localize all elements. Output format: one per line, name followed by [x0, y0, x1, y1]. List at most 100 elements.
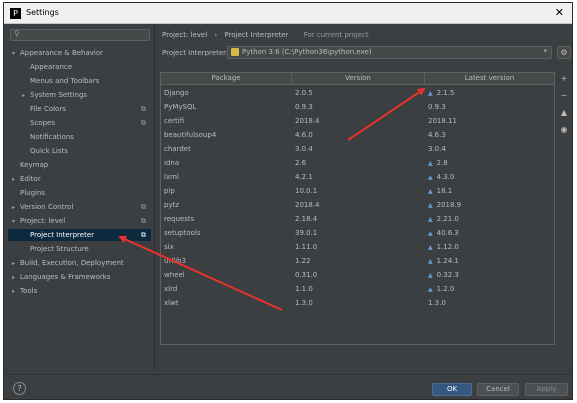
table-row[interactable]: PyMySQL 0.9.3 0.9.3	[161, 100, 554, 114]
package-name: beautifulsoup4	[164, 131, 217, 139]
sidebar-item-project-structure[interactable]: Project Structure	[8, 243, 89, 255]
chevron-right-icon[interactable]: ▸	[22, 90, 30, 102]
package-name: PyMySQL	[164, 103, 197, 111]
package-name: six	[164, 243, 174, 251]
interpreter-settings-button[interactable]: ⚙	[557, 46, 571, 59]
table-row[interactable]: pytz 2018.4 ▲ 2018.9	[161, 198, 554, 212]
table-row[interactable]: xlwt 1.3.0 1.3.0	[161, 296, 554, 310]
latest-version-text: 4.3.0	[436, 173, 455, 181]
package-latest-version: 2018.11	[428, 114, 457, 128]
table-row[interactable]: beautifulsoup4 4.6.0 4.6.3	[161, 128, 554, 142]
upgrade-available-icon: ▲	[428, 244, 433, 251]
upgrade-available-icon: ▲	[428, 286, 433, 293]
sidebar-item-editor[interactable]: ▸ Editor	[8, 173, 41, 185]
sidebar-item-version-control[interactable]: ▸ Version Control ⧉	[8, 201, 146, 214]
latest-version-text: 1.12.0	[436, 243, 459, 251]
upgrade-available-icon: ▲	[428, 90, 433, 97]
sidebar-item-scopes[interactable]: Scopes ⧉	[8, 117, 146, 129]
upgrade-available-icon: ▲	[428, 160, 433, 167]
close-button[interactable]: ✕	[555, 6, 564, 19]
latest-version-text: 2.21.0	[436, 215, 459, 223]
table-row[interactable]: Django 2.0.5 ▲ 2.1.5	[161, 86, 554, 100]
package-latest-version: 1.3.0	[428, 296, 446, 310]
chevron-right-icon[interactable]: ▸	[12, 202, 20, 214]
latest-version-text: 3.0.4	[428, 145, 446, 153]
column-header-latest-version[interactable]: Latest version	[425, 73, 554, 84]
project-settings-icon: ⧉	[141, 203, 146, 211]
table-header: Package Version Latest version	[161, 73, 554, 85]
breadcrumb-separator: ›	[214, 31, 218, 39]
chevron-right-icon[interactable]: ▸	[12, 286, 20, 298]
table-row[interactable]: six 1.11.0 ▲ 1.12.0	[161, 240, 554, 254]
table-row[interactable]: urllib3 1.22 ▲ 1.24.1	[161, 254, 554, 268]
upgrade-available-icon: ▲	[428, 216, 433, 223]
chevron-right-icon[interactable]: ▸	[12, 258, 20, 270]
sidebar-item-label: Build, Execution, Deployment	[20, 259, 124, 267]
apply-button[interactable]: Apply	[525, 383, 568, 396]
table-row[interactable]: lxml 4.2.1 ▲ 4.3.0	[161, 170, 554, 184]
latest-version-text: 4.6.3	[428, 131, 446, 139]
column-header-version[interactable]: Version	[292, 73, 425, 84]
remove-icon[interactable]: −	[557, 90, 571, 102]
latest-version-text: 40.6.3	[436, 229, 459, 237]
ok-button[interactable]: OK	[432, 383, 472, 396]
sidebar-item-project-level[interactable]: ▾ Project: level ⧉	[8, 215, 146, 228]
latest-version-text: 1.3.0	[428, 299, 446, 307]
sidebar-item-label: Tools	[20, 287, 38, 295]
sidebar-item-system-settings[interactable]: ▸ System Settings	[8, 89, 87, 101]
column-header-package[interactable]: Package	[161, 73, 292, 84]
latest-version-text: 2.1.5	[436, 89, 455, 97]
sidebar-item-languages-frameworks[interactable]: ▸ Languages & Frameworks	[8, 271, 111, 283]
interpreter-select[interactable]: Python 3.6 (C:\Python36\python.exe) ▾	[227, 46, 552, 59]
sidebar-item-project-interpreter[interactable]: Project Interpreter ⧉	[8, 229, 151, 241]
for-current-project-note: For current project	[303, 31, 369, 39]
upgrade-icon[interactable]: ▲	[557, 107, 571, 119]
package-name: xlwt	[164, 299, 179, 307]
sidebar-item-plugins[interactable]: Plugins	[8, 187, 45, 199]
table-row[interactable]: chardet 3.0.4 3.0.4	[161, 142, 554, 156]
latest-version-text: 2.8	[436, 159, 448, 167]
chevron-right-icon[interactable]: ▸	[12, 272, 20, 284]
interpreter-value: Python 3.6 (C:\Python36\python.exe)	[242, 48, 372, 56]
chevron-down-icon: ▾	[543, 47, 547, 55]
sidebar-item-tools[interactable]: ▸ Tools	[8, 285, 37, 297]
sidebar-item-keymap[interactable]: Keymap	[8, 159, 48, 171]
cancel-button[interactable]: Cancel	[477, 383, 519, 396]
package-latest-version: ▲ 40.6.3	[428, 226, 459, 241]
chevron-right-icon[interactable]: ▸	[12, 174, 20, 186]
settings-search-input[interactable]: ⚲	[10, 29, 150, 41]
table-row[interactable]: xlrd 1.1.0 ▲ 1.2.0	[161, 282, 554, 296]
table-row[interactable]: pip 10.0.1 ▲ 18.1	[161, 184, 554, 198]
sidebar-item-label: Menus and Toolbars	[30, 77, 100, 85]
upgrade-available-icon: ▲	[428, 272, 433, 279]
sidebar-item-appearance[interactable]: Appearance	[8, 61, 72, 73]
table-row[interactable]: idna 2.6 ▲ 2.8	[161, 156, 554, 170]
sidebar-item-label: Languages & Frameworks	[20, 273, 111, 281]
table-row[interactable]: wheel 0.31.0 ▲ 0.32.3	[161, 268, 554, 282]
package-version: 2018.4	[295, 117, 320, 125]
settings-tree: ▾ Appearance & Behavior Appearance Menus an…	[8, 43, 153, 373]
app-icon: P	[10, 8, 21, 19]
sidebar-item-file-colors[interactable]: File Colors ⧉	[8, 103, 146, 115]
help-button[interactable]: ?	[13, 382, 26, 395]
package-latest-version: ▲ 18.1	[428, 184, 452, 199]
sidebar-item-menus-and-toolbars[interactable]: Menus and Toolbars	[8, 75, 99, 87]
upgrade-available-icon: ▲	[428, 230, 433, 237]
sidebar-item-appearance-behavior[interactable]: ▾ Appearance & Behavior	[8, 47, 103, 59]
add-icon[interactable]: +	[557, 73, 571, 85]
package-version: 4.6.0	[295, 131, 313, 139]
chevron-down-icon[interactable]: ▾	[12, 48, 20, 60]
sidebar-item-notifications[interactable]: Notifications	[8, 131, 74, 143]
package-latest-version: ▲ 1.2.0	[428, 282, 454, 297]
package-latest-version: 0.9.3	[428, 100, 446, 114]
window-title: Settings	[26, 8, 59, 17]
chevron-down-icon[interactable]: ▾	[12, 216, 20, 228]
package-version: 2018.4	[295, 201, 320, 209]
sidebar-item-build-execution-deployment[interactable]: ▸ Build, Execution, Deployment	[8, 257, 124, 269]
table-row[interactable]: certifi 2018.4 2018.11	[161, 114, 554, 128]
package-name: idna	[164, 159, 180, 167]
sidebar-item-quick-lists[interactable]: Quick Lists	[8, 145, 68, 157]
show-early-releases-icon[interactable]: ◉	[557, 124, 571, 136]
table-row[interactable]: requests 2.18.4 ▲ 2.21.0	[161, 212, 554, 226]
table-row[interactable]: setuptools 39.0.1 ▲ 40.6.3	[161, 226, 554, 240]
